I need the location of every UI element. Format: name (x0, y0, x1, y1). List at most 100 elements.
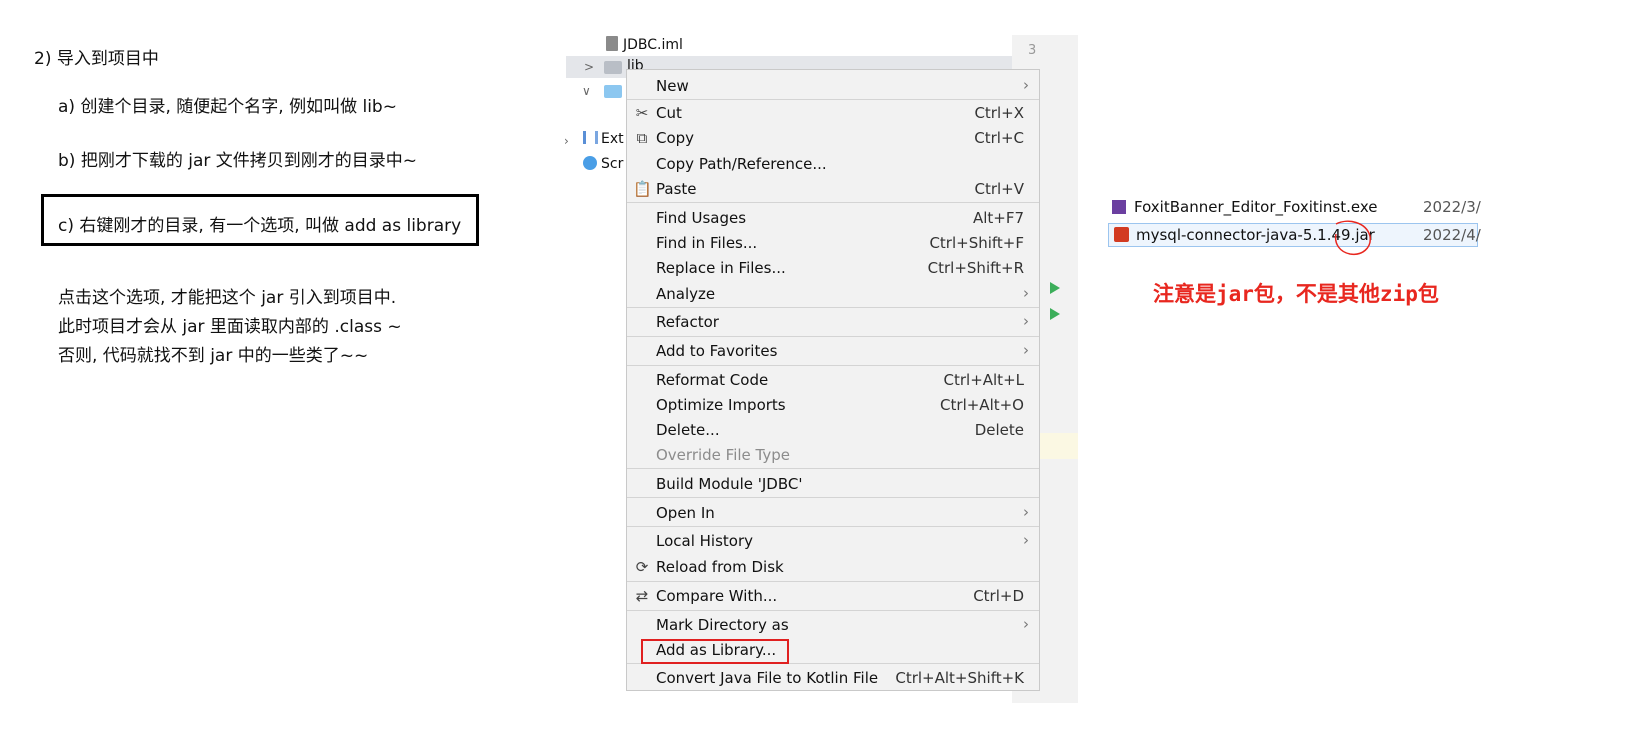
compare-icon: ⇄ (635, 587, 649, 605)
menu-separator (627, 526, 1039, 527)
context-menu: New › ✂ Cut Ctrl+X ⧉ Copy Ctrl+C Copy Path/Refer… (626, 69, 1040, 691)
explanation-line-2: 此时项目才会从 jar 里面读取内部的 .class ~ (58, 317, 402, 337)
menu-item-label: Mark Directory as (656, 616, 789, 634)
chevron-right-icon[interactable]: > (584, 60, 594, 74)
menu-item-label: Replace in Files... (656, 259, 786, 277)
menu-item-label: Reformat Code (656, 371, 769, 389)
menu-item-label: Compare With... (656, 587, 778, 605)
menu-item-label: Local History (656, 532, 754, 550)
menu-separator (627, 365, 1039, 366)
menu-item-label: Reload from Disk (656, 558, 784, 576)
add-as-library-highlight-box (641, 639, 789, 664)
menu-item-shortcut: Ctrl+Alt+Shift+K (895, 669, 1024, 687)
menu-item-label: Paste (656, 180, 697, 198)
menu-item-reformat-code[interactable]: Reformat Code Ctrl+Alt+L (627, 368, 1039, 392)
menu-item-label: Cut (656, 104, 682, 122)
menu-item-label: Analyze (656, 285, 716, 303)
menu-item-analyze[interactable]: Analyze › (627, 282, 1039, 306)
menu-item-compare-with[interactable]: ⇄ Compare With... Ctrl+D (627, 584, 1039, 608)
menu-separator (627, 468, 1039, 469)
menu-item-refactor[interactable]: Refactor › (627, 310, 1039, 334)
menu-item-label: Optimize Imports (656, 396, 786, 414)
jar-icon (1114, 227, 1129, 242)
menu-item-new[interactable]: New › (627, 74, 1039, 98)
menu-item-label: Delete... (656, 421, 720, 439)
menu-item-copy-path-reference[interactable]: Copy Path/Reference... (627, 152, 1039, 176)
menu-item-build-module-jdbc[interactable]: Build Module 'JDBC' (627, 472, 1039, 496)
menu-item-replace-in-files[interactable]: Replace in Files... Ctrl+Shift+R (627, 256, 1039, 280)
menu-item-shortcut: Ctrl+X (974, 104, 1024, 122)
menu-item-shortcut: Ctrl+Alt+L (943, 371, 1025, 389)
menu-item-shortcut: Alt+F7 (972, 209, 1024, 227)
chevron-right-icon[interactable]: › (564, 134, 569, 148)
chevron-down-icon[interactable]: ∨ (582, 84, 591, 98)
chevron-right-icon: › (1023, 531, 1029, 549)
menu-item-label: Open In (656, 504, 715, 522)
menu-item-shortcut: Ctrl+D (973, 587, 1024, 605)
file-icon (606, 36, 618, 51)
step-title: 2) 导入到项目中 (34, 49, 159, 69)
menu-item-paste[interactable]: 📋 Paste Ctrl+V (627, 177, 1039, 201)
menu-item-add-to-favorites[interactable]: Add to Favorites › (627, 339, 1039, 363)
menu-item-label: Refactor (656, 313, 719, 331)
menu-item-open-in[interactable]: Open In › (627, 501, 1039, 525)
menu-item-shortcut: Ctrl+Shift+F (929, 234, 1024, 252)
menu-item-local-history[interactable]: Local History › (627, 529, 1039, 553)
menu-separator (627, 202, 1039, 203)
run-arrow-icon[interactable] (1050, 282, 1060, 294)
menu-item-label: Add to Favorites (656, 342, 778, 360)
menu-item-convert-java-file-to-kotlin-file[interactable]: Convert Java File to Kotlin File Ctrl+Alt… (627, 666, 1039, 690)
folder-icon (604, 61, 622, 74)
menu-item-label: Override File Type (656, 446, 790, 464)
menu-item-label: New (656, 77, 689, 95)
menu-item-shortcut: Delete (974, 421, 1024, 439)
step-a-text: a) 创建个目录, 随便起个名字, 例如叫做 lib~ (58, 97, 397, 117)
menu-item-optimize-imports[interactable]: Optimize Imports Ctrl+Alt+O (627, 393, 1039, 417)
menu-item-copy[interactable]: ⧉ Copy Ctrl+C (627, 126, 1039, 150)
menu-item-find-usages[interactable]: Find Usages Alt+F7 (627, 206, 1039, 230)
file-list-item-partial[interactable]: FoxitBanner_Editor_Foxitinst.exe (1112, 200, 1378, 216)
tree-item-scratches[interactable]: Scr (583, 156, 623, 172)
explanation-line-3: 否则, 代码就找不到 jar 中的一些类了~~ (58, 346, 369, 366)
chevron-right-icon: › (1023, 284, 1029, 302)
tree-item-external-libraries[interactable]: Ext (583, 131, 624, 147)
menu-separator (627, 497, 1039, 498)
scratches-icon (583, 156, 597, 170)
step-c-highlight-box: c) 右键刚才的目录, 有一个选项, 叫做 add as library (41, 194, 479, 246)
step-c-text: c) 右键刚才的目录, 有一个选项, 叫做 add as library (58, 216, 462, 236)
menu-separator (627, 610, 1039, 611)
file-date-jar: 2022/4/ (1423, 226, 1481, 244)
chevron-right-icon: › (1023, 341, 1029, 359)
menu-item-delete[interactable]: Delete... Delete (627, 418, 1039, 442)
menu-item-shortcut: Ctrl+V (974, 180, 1024, 198)
chevron-right-icon: › (1023, 76, 1029, 94)
line-number: 3 (1028, 43, 1037, 58)
current-line-highlight (1040, 433, 1078, 459)
chevron-right-icon: › (1023, 615, 1029, 633)
menu-separator (627, 99, 1039, 100)
folder-icon (604, 85, 622, 98)
menu-separator (627, 336, 1039, 337)
explanation-block: 点击这个选项, 才能把这个 jar 引入到项目中. 此时项目才会从 jar 里面… (58, 284, 402, 371)
menu-item-mark-directory-as[interactable]: Mark Directory as › (627, 613, 1039, 637)
menu-item-label: Build Module 'JDBC' (656, 475, 803, 493)
menu-item-cut[interactable]: ✂ Cut Ctrl+X (627, 101, 1039, 125)
red-circle-annotation (1334, 220, 1371, 256)
menu-item-shortcut: Ctrl+C (974, 129, 1024, 147)
chevron-right-icon: › (1023, 503, 1029, 521)
menu-separator (627, 581, 1039, 582)
menu-item-label: Copy (656, 129, 695, 147)
menu-item-shortcut: Ctrl+Shift+R (927, 259, 1024, 277)
menu-item-label: Convert Java File to Kotlin File (656, 669, 879, 687)
step-b-text: b) 把刚才下载的 jar 文件拷贝到刚才的目录中~ (58, 151, 418, 171)
explanation-line-1: 点击这个选项, 才能把这个 jar 引入到项目中. (58, 288, 397, 308)
run-arrow-icon[interactable] (1050, 308, 1060, 320)
jar-warning-annotation: 注意是jar包，不是其他zip包 (1153, 282, 1439, 306)
menu-item-shortcut: Ctrl+Alt+O (940, 396, 1024, 414)
copy-icon: ⧉ (636, 129, 648, 147)
exe-icon (1112, 200, 1126, 214)
menu-item-find-in-files[interactable]: Find in Files... Ctrl+Shift+F (627, 231, 1039, 255)
file-date-partial: 2022/3/ (1423, 200, 1481, 216)
menu-item-reload-from-disk[interactable]: ⟳ Reload from Disk (627, 555, 1039, 579)
tree-item-jdbc-iml[interactable]: JDBC.iml (606, 36, 683, 53)
